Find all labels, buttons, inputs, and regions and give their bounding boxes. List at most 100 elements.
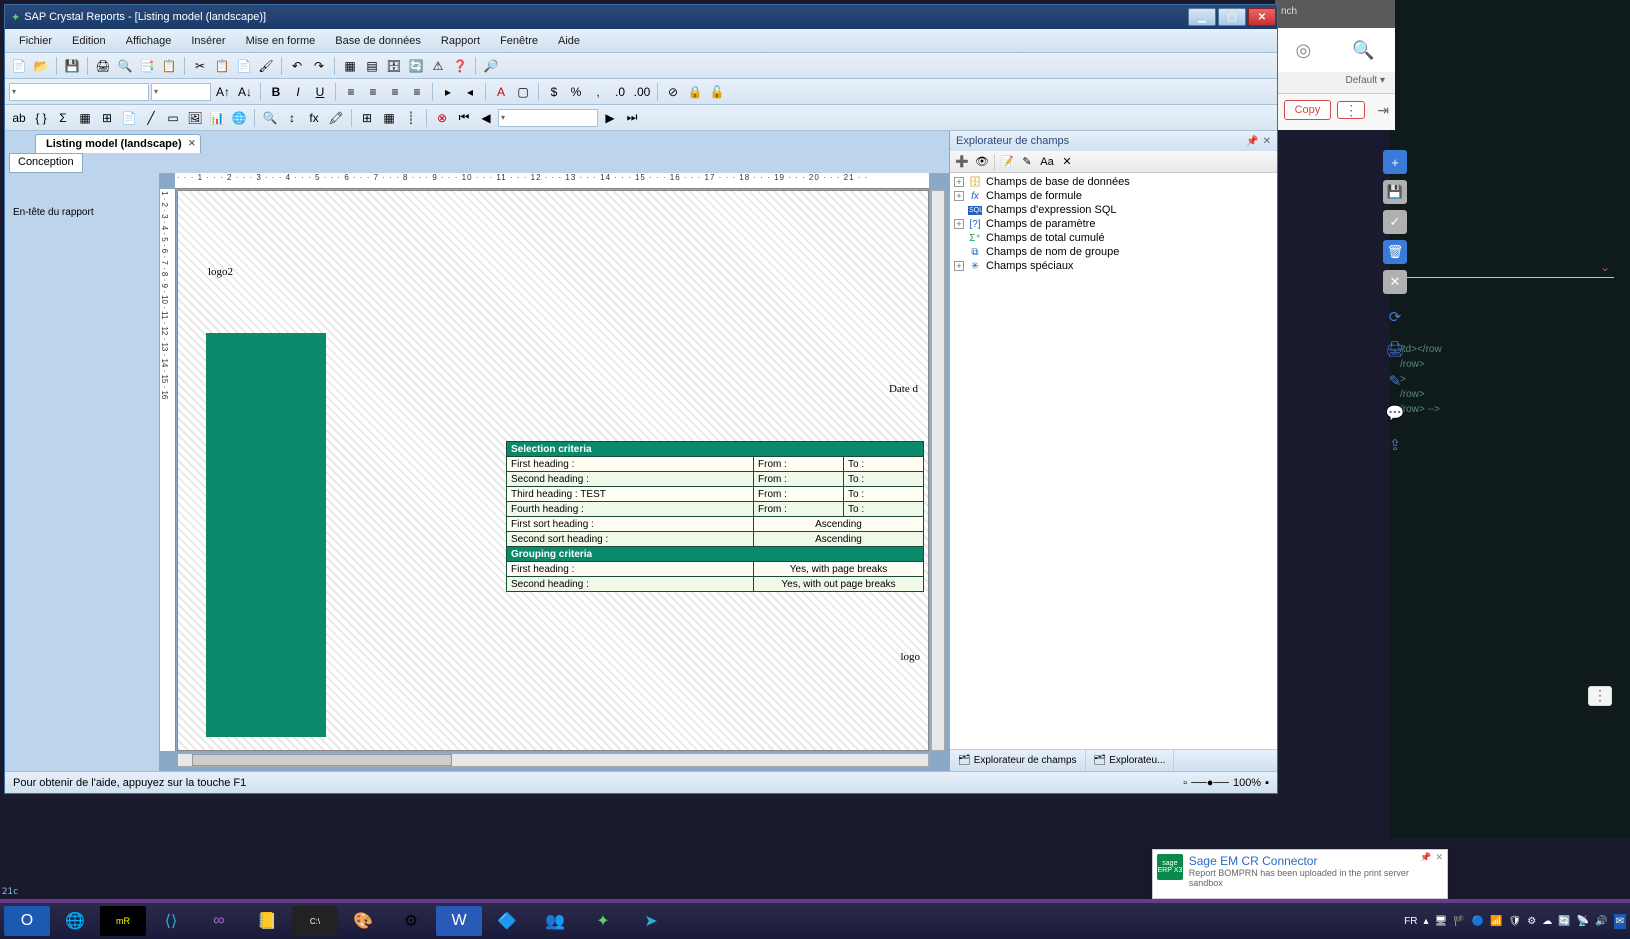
report-canvas[interactable]: logo2 Date d logo Selection criteria Fir… xyxy=(177,190,929,751)
copy-button[interactable]: Copy xyxy=(1284,100,1332,120)
last-icon[interactable]: ⏭ xyxy=(622,108,642,128)
minimize-button[interactable]: ▁ xyxy=(1188,8,1216,26)
next-icon[interactable]: ▶ xyxy=(600,108,620,128)
section-icon[interactable]: ▤ xyxy=(362,56,382,76)
font-combo[interactable] xyxy=(9,83,149,101)
redo-icon[interactable]: ↷ xyxy=(309,56,329,76)
page-combo[interactable] xyxy=(498,109,598,127)
insert-field-icon[interactable]: ➕ xyxy=(954,154,970,170)
cancel-button[interactable]: ✕ xyxy=(1383,270,1407,294)
menu-help[interactable]: Aide xyxy=(548,33,590,49)
format-painter-icon[interactable]: 🖌 xyxy=(256,56,276,76)
app-icon-1[interactable]: 🔷 xyxy=(484,906,530,936)
picture-icon[interactable]: 🖼 xyxy=(185,108,205,128)
copy-icon[interactable]: 📋 xyxy=(212,56,232,76)
border-icon[interactable]: ▢ xyxy=(513,82,533,102)
subreport-icon[interactable]: 📄 xyxy=(119,108,139,128)
delete-button[interactable]: 🗑 xyxy=(1383,240,1407,264)
teams-icon[interactable]: 👥 xyxy=(532,906,578,936)
date-field[interactable]: Date d xyxy=(889,383,918,395)
sigma-icon[interactable]: Σ xyxy=(53,108,73,128)
tray-mail-icon[interactable]: ✉ xyxy=(1614,914,1626,929)
menu-database[interactable]: Base de données xyxy=(325,33,431,49)
conception-tab[interactable]: Conception xyxy=(9,153,83,173)
mremote-icon[interactable]: mR xyxy=(100,906,146,936)
refresh-icon[interactable]: ⟳ xyxy=(1389,308,1402,326)
exit-icon[interactable]: ⇥ xyxy=(1377,102,1389,119)
green-box-object[interactable] xyxy=(206,333,326,737)
outlook-icon[interactable]: O xyxy=(4,906,50,936)
stop-icon[interactable]: ⊗ xyxy=(432,108,452,128)
font-color-icon[interactable]: A xyxy=(491,82,511,102)
outdent-icon[interactable]: ◂ xyxy=(460,82,480,102)
tray-icon-1[interactable]: 🖥 xyxy=(1435,916,1448,927)
chart-icon[interactable]: 📊 xyxy=(207,108,227,128)
fe-tab-1[interactable]: 🗂Explorateur de champs xyxy=(950,750,1086,771)
new-formula-icon[interactable]: 📝 xyxy=(999,154,1015,170)
close-button[interactable]: ✕ xyxy=(1248,8,1276,26)
print-icon[interactable]: 🖨 xyxy=(1385,340,1404,358)
check-button[interactable]: ✓ xyxy=(1383,210,1407,234)
size-combo[interactable] xyxy=(151,83,211,101)
increase-font-icon[interactable]: A↑ xyxy=(213,82,233,102)
bold-icon[interactable]: B xyxy=(266,82,286,102)
line-icon[interactable]: ╱ xyxy=(141,108,161,128)
arrow-icon[interactable]: ➤ xyxy=(628,906,674,936)
save-icon[interactable]: 💾 xyxy=(62,56,82,76)
zoom-out-icon[interactable]: ▫ xyxy=(1183,777,1187,789)
olap-icon[interactable]: ⊞ xyxy=(97,108,117,128)
language-indicator[interactable]: FR xyxy=(1404,916,1417,927)
zoom-slider[interactable]: ──●── xyxy=(1191,777,1229,789)
chrome-icon[interactable]: 🌐 xyxy=(52,906,98,936)
compass-icon[interactable]: ◎ xyxy=(1295,40,1311,61)
visualstudio-icon[interactable]: ∞ xyxy=(196,906,242,936)
paint-icon[interactable]: 🎨 xyxy=(340,906,386,936)
refresh-icon[interactable]: 🔄 xyxy=(406,56,426,76)
grid-icon[interactable]: ▦ xyxy=(379,108,399,128)
cut-icon[interactable]: ✂ xyxy=(190,56,210,76)
close-tab-icon[interactable]: ✕ xyxy=(188,138,196,149)
add-button[interactable]: + xyxy=(1383,150,1407,174)
alert-icon[interactable]: ⚠ xyxy=(428,56,448,76)
pin-icon[interactable]: 📌 xyxy=(1246,136,1258,147)
logo-bottom[interactable]: logo xyxy=(900,651,920,663)
toast-close-icon[interactable]: ✕ xyxy=(1435,852,1443,863)
text-icon[interactable]: ab xyxy=(9,108,29,128)
tray-icon-3[interactable]: 📶 xyxy=(1490,916,1502,927)
vertical-ruler[interactable]: 1 · 2 · 3 · 4 · 5 · 6 · 7 · 8 · 9 · 10 ·… xyxy=(160,189,176,751)
lock-icon[interactable]: 🔒 xyxy=(685,82,705,102)
select-expert-icon[interactable]: 🔍 xyxy=(260,108,280,128)
document-tab[interactable]: Listing model (landscape) ✕ xyxy=(35,134,201,153)
crystal-icon[interactable]: ✦ xyxy=(580,906,626,936)
word-icon[interactable]: W xyxy=(436,906,482,936)
find-icon[interactable]: 🔎 xyxy=(481,56,501,76)
crosstab-icon[interactable]: ▦ xyxy=(75,108,95,128)
edit-formula-icon[interactable]: ✎ xyxy=(1019,154,1035,170)
prev-icon[interactable]: ◀ xyxy=(476,108,496,128)
search-icon[interactable]: 🔍 xyxy=(1352,40,1374,61)
overflow-menu[interactable]: ⋮ xyxy=(1588,686,1612,706)
close-panel-icon[interactable]: ✕ xyxy=(1263,136,1271,147)
tray-icon-2[interactable]: 🔵 xyxy=(1472,916,1484,927)
box-icon[interactable]: ▭ xyxy=(163,108,183,128)
collapsible-panel[interactable]: ⌄ xyxy=(1404,260,1614,278)
menu-file[interactable]: Fichier xyxy=(9,33,62,49)
notification-toast[interactable]: sageERP X3 Sage EM CR Connector Report B… xyxy=(1152,849,1448,899)
thousand-icon[interactable]: , xyxy=(588,82,608,102)
edit-icon[interactable]: ✎ xyxy=(1389,372,1402,390)
menu-edit[interactable]: Edition xyxy=(62,33,116,49)
field-tree[interactable]: +🗄Champs de base de données +fxChamps de… xyxy=(950,173,1277,749)
horizontal-ruler[interactable]: · · · 1 · · · 2 · · · 3 · · · 4 · · · 5 … xyxy=(175,173,929,189)
preview-icon[interactable]: 🔍 xyxy=(115,56,135,76)
menu-format[interactable]: Mise en forme xyxy=(236,33,326,49)
tray-volume-icon[interactable]: 🔊 xyxy=(1595,916,1607,927)
browse-icon[interactable]: 👁 xyxy=(974,154,990,170)
cmd-icon[interactable]: C:\ xyxy=(292,906,338,936)
help-icon[interactable]: ❓ xyxy=(450,56,470,76)
currency-icon[interactable]: $ xyxy=(544,82,564,102)
lock2-icon[interactable]: 🔓 xyxy=(707,82,727,102)
tray-network-icon[interactable]: 📡 xyxy=(1577,916,1589,927)
sort-icon[interactable]: ↕ xyxy=(282,108,302,128)
percent-icon[interactable]: % xyxy=(566,82,586,102)
menu-window[interactable]: Fenêtre xyxy=(490,33,548,49)
